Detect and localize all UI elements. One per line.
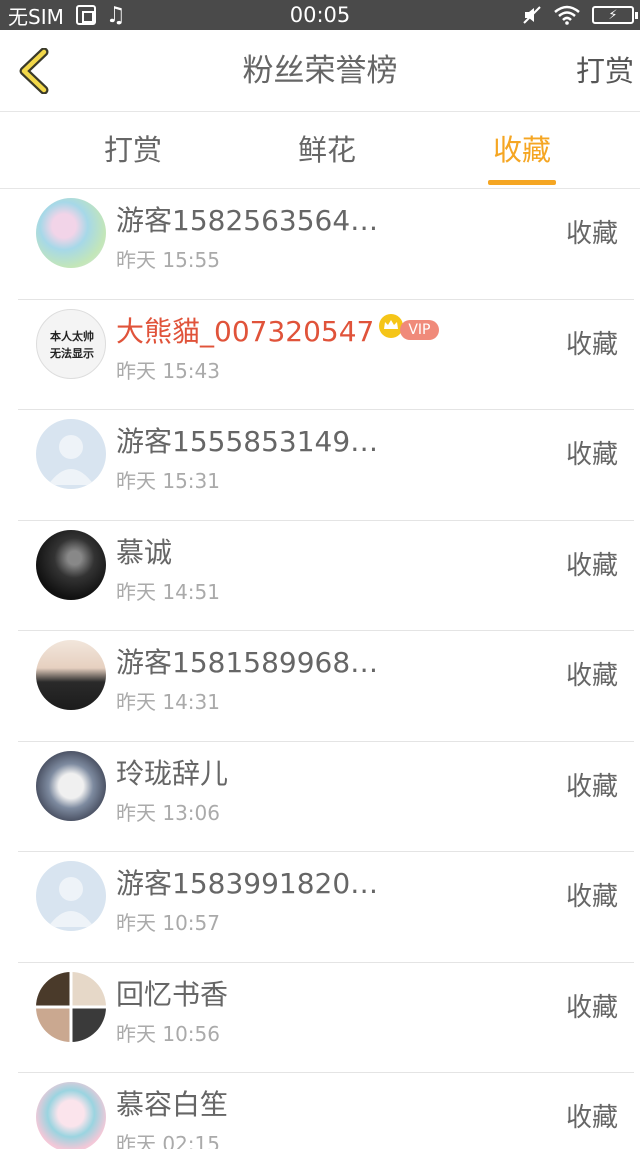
- tab-active-indicator: [488, 180, 556, 185]
- fan-time: 昨天 14:31: [116, 690, 220, 714]
- fan-time: 昨天 14:51: [116, 579, 220, 604]
- svg-text:本人太帅: 本人太帅: [50, 329, 94, 343]
- default-user-icon: [48, 877, 94, 927]
- fan-action: 收藏: [565, 440, 618, 470]
- fan-time: 昨天 15:43: [116, 358, 220, 383]
- fan-time: 昨天 10:56: [116, 1021, 220, 1046]
- tab-flowers[interactable]: 鲜花: [296, 112, 358, 189]
- fan-name: 游客1582563564…: [116, 204, 379, 237]
- list-item[interactable]: 本人太帅 无法显示 大熊貓_007320547 VIP 昨天 15:43 收藏: [0, 300, 640, 410]
- fan-time: 昨天 15:31: [116, 469, 220, 493]
- tab-favorites[interactable]: 收藏: [488, 112, 556, 189]
- wifi-icon: [554, 5, 580, 25]
- tab-bar: 打赏 鲜花 收藏: [0, 112, 640, 189]
- list-item[interactable]: 慕诚 昨天 14:51 收藏: [0, 521, 640, 631]
- fan-name: 慕容白笙: [116, 1088, 229, 1121]
- list-item[interactable]: 玲珑辞儿 昨天 13:06 收藏: [0, 742, 640, 852]
- status-bar: 无SIM ♫ 00:05 ⚡: [0, 0, 640, 30]
- fan-name: 回忆书香: [116, 977, 229, 1011]
- fan-time: 昨天 02:15: [116, 1132, 220, 1149]
- fan-action: 收藏: [565, 771, 618, 802]
- list-item[interactable]: 游客1582563564… 昨天 15:55 收藏: [0, 189, 640, 300]
- tab-reward[interactable]: 打赏: [100, 112, 166, 189]
- avatar[interactable]: [36, 529, 106, 600]
- nav-bar: 粉丝荣誉榜 打赏: [0, 30, 640, 112]
- mute-icon: [522, 5, 542, 25]
- list-item[interactable]: 慕容白笙 昨天 02:15 收藏: [0, 1073, 640, 1149]
- fan-action: 收藏: [565, 661, 618, 691]
- battery-charging-icon: ⚡: [592, 6, 638, 24]
- tab-label: 鲜花: [297, 133, 356, 167]
- list-item[interactable]: 游客1581589968… 昨天 14:31 收藏: [0, 631, 640, 742]
- default-user-icon: [48, 435, 94, 485]
- list-item[interactable]: 游客1583991820… 昨天 10:57 收藏: [0, 852, 640, 963]
- fan-name: 玲珑辞儿: [116, 756, 229, 790]
- avatar[interactable]: [36, 640, 106, 710]
- fan-name: 慕诚: [116, 535, 173, 569]
- avatar[interactable]: [36, 1082, 106, 1149]
- tab-label: 打赏: [103, 133, 162, 167]
- fan-name: 游客1581589968…: [116, 646, 379, 679]
- fan-action: 收藏: [565, 882, 618, 912]
- fan-time: 昨天 13:06: [116, 800, 220, 825]
- fan-name: 游客1555853149…: [116, 425, 379, 458]
- avatar[interactable]: [36, 198, 106, 268]
- fan-action: 收藏: [565, 329, 618, 360]
- avatar[interactable]: 本人太帅 无法显示: [36, 308, 106, 379]
- list-item[interactable]: 回忆书香 昨天 10:56 收藏: [0, 963, 640, 1073]
- fan-list: 游客1582563564… 昨天 15:55 收藏 本人太帅 无法显示 大熊貓_…: [0, 189, 640, 1149]
- fan-action: 收藏: [565, 219, 618, 249]
- avatar[interactable]: [36, 861, 106, 931]
- svg-text:无法显示: 无法显示: [49, 346, 94, 360]
- fan-name: 游客1583991820…: [116, 867, 379, 900]
- list-item[interactable]: 游客1555853149… 昨天 15:31 收藏: [0, 410, 640, 521]
- tab-label: 收藏: [492, 133, 551, 167]
- vip-badge: VIP: [400, 319, 439, 340]
- avatar[interactable]: [36, 971, 106, 1042]
- page-title: 粉丝荣誉榜: [242, 53, 398, 89]
- fan-action: 收藏: [565, 550, 618, 581]
- avatar[interactable]: [36, 419, 106, 489]
- avatar[interactable]: [36, 750, 106, 821]
- fan-time: 昨天 15:55: [116, 248, 220, 272]
- fan-action: 收藏: [565, 992, 618, 1023]
- fan-name: 大熊貓_007320547: [116, 314, 375, 348]
- fan-action: 收藏: [565, 1103, 618, 1133]
- fan-time: 昨天 10:57: [116, 911, 220, 935]
- reward-link[interactable]: 打赏: [576, 30, 634, 112]
- fan-name-row: 大熊貓_007320547 VIP: [116, 310, 439, 350]
- status-right: ⚡: [522, 0, 638, 30]
- avatar-text-image: 本人太帅 无法显示: [49, 329, 94, 360]
